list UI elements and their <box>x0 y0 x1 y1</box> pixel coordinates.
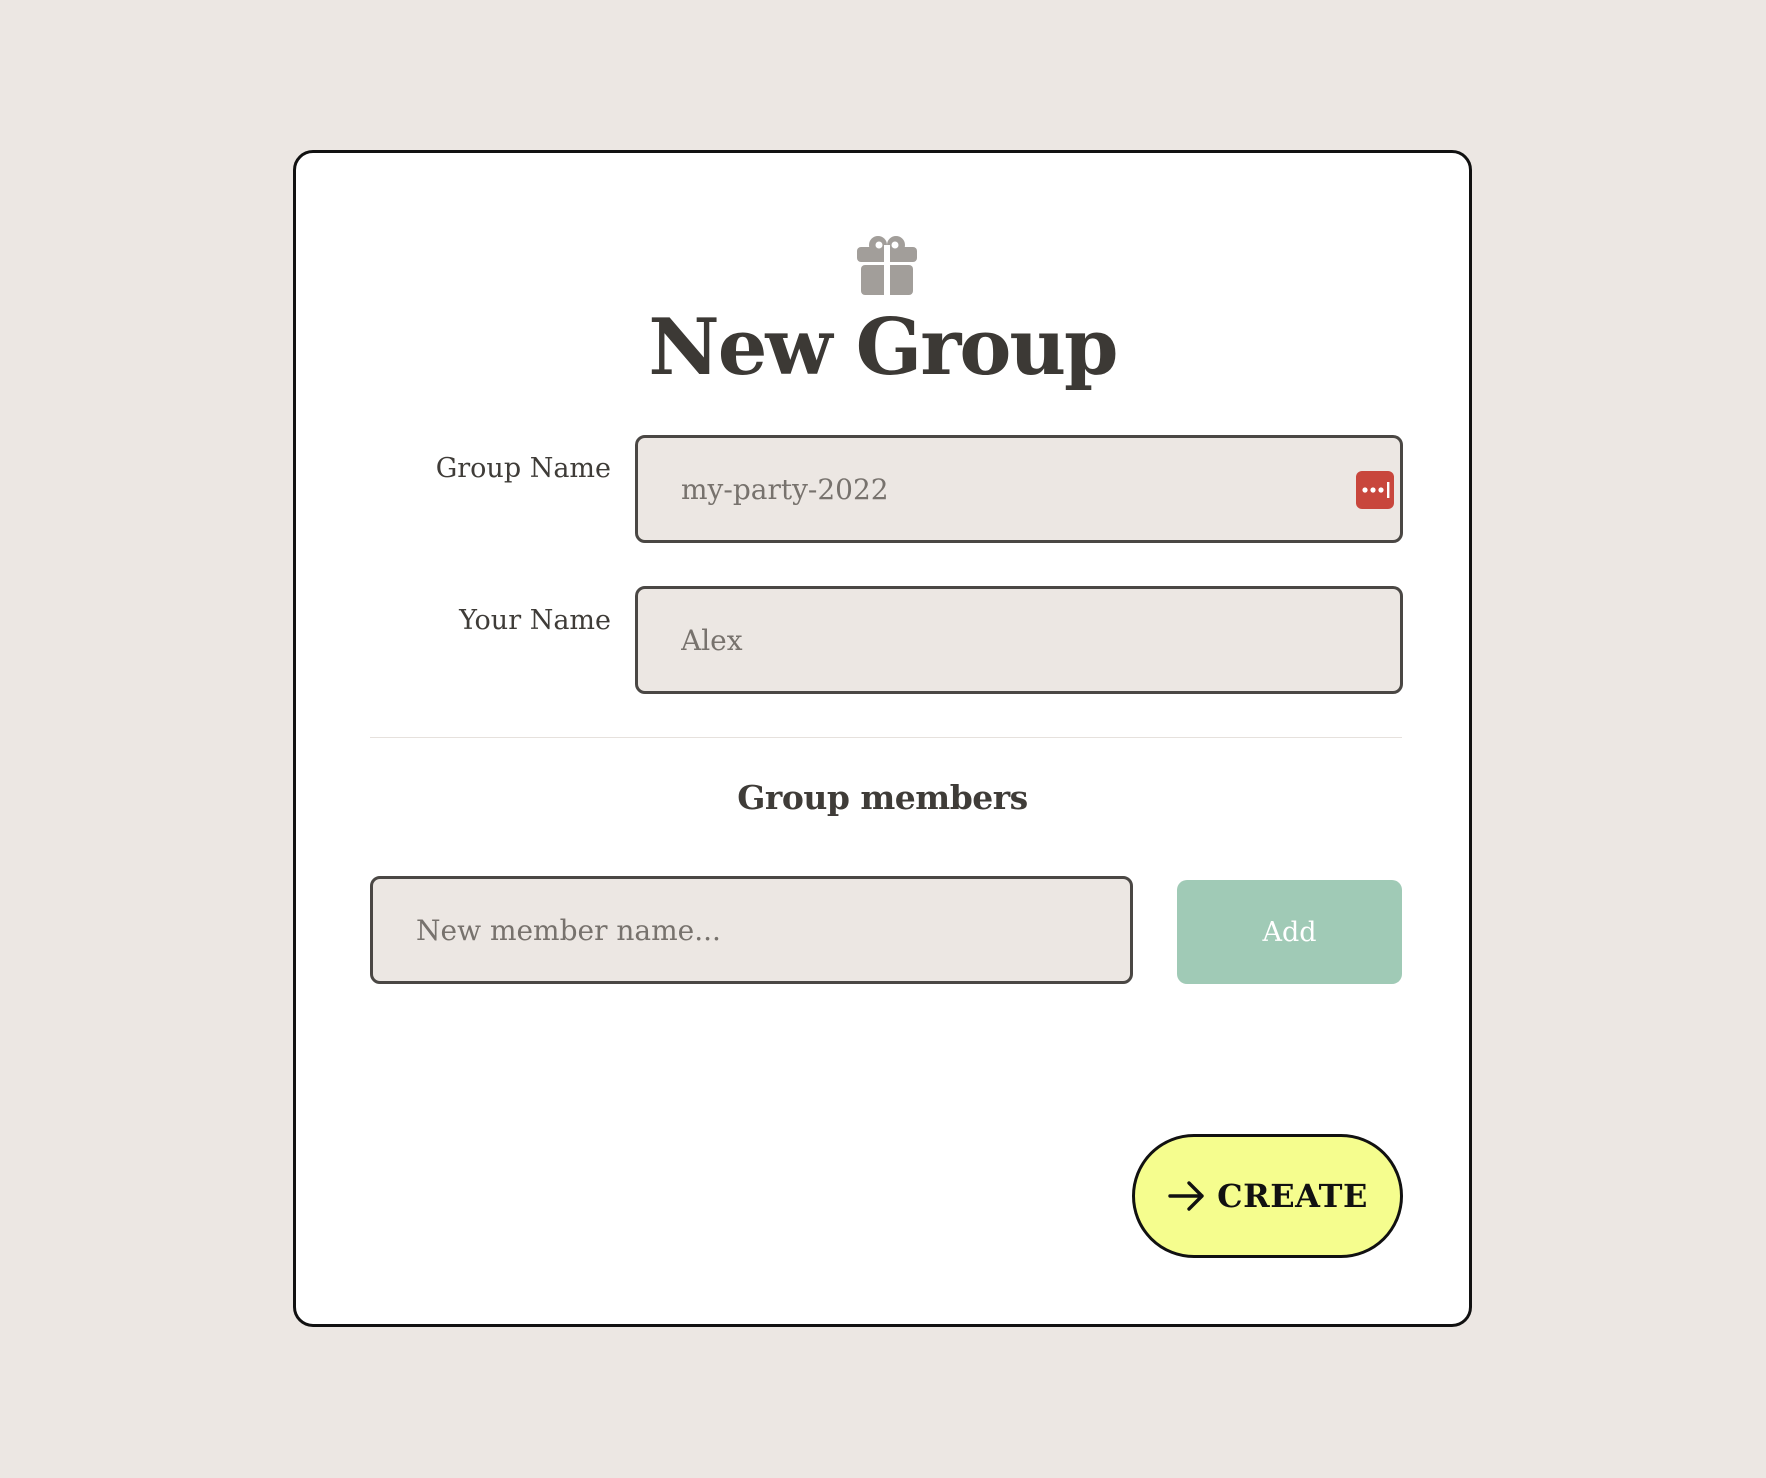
group-name-input[interactable] <box>638 438 1400 540</box>
section-divider <box>370 737 1402 738</box>
page-title: New Group <box>648 302 1118 393</box>
add-member-button-label: Add <box>1262 916 1317 948</box>
password-manager-icon[interactable] <box>1356 471 1394 509</box>
group-name-field[interactable] <box>635 435 1403 543</box>
group-members-heading: Group members <box>737 778 1028 817</box>
arrow-right-icon <box>1168 1181 1204 1211</box>
new-member-field[interactable] <box>370 876 1133 984</box>
create-button[interactable]: CREATE <box>1132 1134 1403 1258</box>
add-member-button[interactable]: Add <box>1177 880 1402 984</box>
new-group-card: New Group Group Name Your Name Group mem… <box>293 150 1472 1327</box>
group-name-label: Group Name <box>435 453 611 484</box>
your-name-label: Your Name <box>459 605 611 636</box>
your-name-input[interactable] <box>638 589 1400 691</box>
your-name-field[interactable] <box>635 586 1403 694</box>
gift-icon <box>857 236 917 295</box>
create-button-label: CREATE <box>1217 1177 1368 1215</box>
new-member-input[interactable] <box>373 879 1130 981</box>
